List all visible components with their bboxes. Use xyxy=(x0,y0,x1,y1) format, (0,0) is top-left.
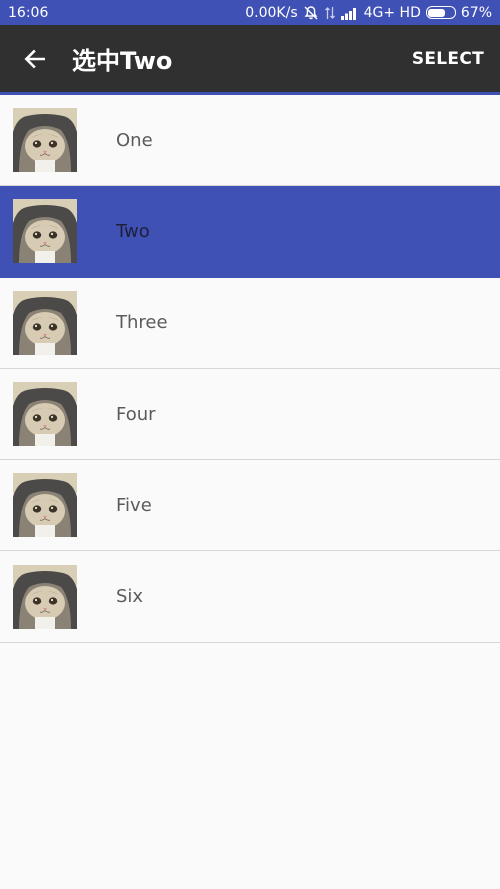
list-item-label: One xyxy=(116,129,153,151)
cat-thumbnail xyxy=(13,564,77,629)
app-toolbar: 选中Two SELECT xyxy=(0,25,500,95)
status-indicators: 0.00K/s 4G+ HD 67% xyxy=(245,5,492,21)
list-item-label: Two xyxy=(116,220,150,242)
list-item[interactable]: Six xyxy=(0,551,500,643)
signal-icon xyxy=(340,6,359,20)
list-item[interactable]: Three xyxy=(0,277,500,369)
battery-percent: 67% xyxy=(460,4,492,21)
select-button[interactable]: SELECT xyxy=(396,25,500,92)
data-arrows-icon xyxy=(324,5,336,21)
list-item-label: Three xyxy=(116,312,168,334)
list-item[interactable]: Four xyxy=(0,368,500,461)
list-item[interactable]: Two xyxy=(0,186,500,278)
page-title: 选中Two xyxy=(72,47,173,75)
list-item-label: Four xyxy=(116,403,156,425)
status-bar: 16:06 0.00K/s 4G+ HD 67% xyxy=(0,0,500,25)
network-type: 4G+ HD xyxy=(363,4,421,21)
status-time: 16:06 xyxy=(8,4,49,21)
mute-bell-icon xyxy=(303,5,319,21)
arrow-left-icon[interactable] xyxy=(0,24,70,94)
list-item[interactable]: Five xyxy=(0,460,500,552)
list-item-label: Five xyxy=(116,494,152,516)
item-list: One Two Three Four Five Six xyxy=(0,95,500,643)
net-speed: 0.00K/s xyxy=(245,4,298,21)
cat-thumbnail xyxy=(13,473,77,538)
list-item[interactable]: One xyxy=(0,95,500,187)
cat-thumbnail xyxy=(13,108,77,173)
list-item-label: Six xyxy=(116,586,144,608)
cat-thumbnail xyxy=(13,199,77,264)
battery-icon xyxy=(425,6,456,19)
cat-thumbnail xyxy=(13,290,77,355)
cat-thumbnail xyxy=(13,382,77,447)
